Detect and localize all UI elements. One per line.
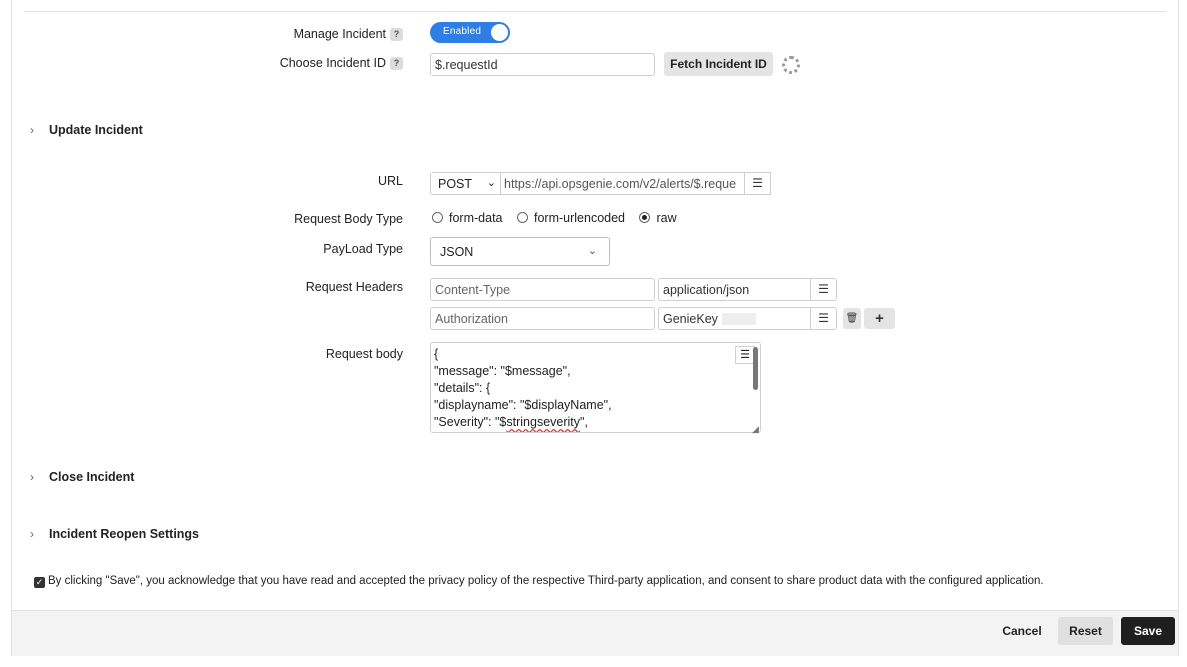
section-update-incident[interactable]: › Update Incident	[30, 123, 143, 137]
radio-circle-icon	[516, 212, 528, 223]
header-value-input[interactable]: application/json	[658, 278, 811, 301]
variables-menu-icon[interactable]: ☰	[735, 346, 755, 364]
payload-type-select[interactable]: JSON ⌄	[430, 237, 610, 266]
request-body-type-label: Request Body Type	[294, 212, 403, 226]
radio-form-data[interactable]: form-data	[432, 211, 503, 225]
chevron-down-icon: ⌄	[486, 177, 496, 189]
code-line: {	[434, 347, 439, 361]
incident-id-input[interactable]: $.requestId	[430, 53, 655, 76]
http-method-select[interactable]: POST ⌄	[430, 172, 501, 195]
help-icon[interactable]: ?	[390, 57, 403, 70]
request-headers-label: Request Headers	[305, 280, 403, 294]
request-body-textarea[interactable]: { "message": "$message", "details": { "d…	[430, 342, 761, 433]
variables-menu-icon[interactable]: ☰	[810, 307, 837, 330]
reset-button[interactable]: Reset	[1058, 617, 1113, 645]
consent-checkbox[interactable]: ✓	[34, 577, 45, 588]
url-input[interactable]: https://api.opsgenie.com/v2/alerts/$.req…	[500, 172, 746, 195]
body-type-radio-group: form-data form-urlencoded raw	[432, 211, 688, 225]
redacted-value	[721, 313, 756, 325]
section-close-incident[interactable]: › Close Incident	[30, 470, 134, 484]
consent-text: By clicking "Save", you acknowledge that…	[48, 575, 1044, 587]
section-incident-reopen-settings[interactable]: › Incident Reopen Settings	[30, 527, 199, 541]
add-header-button[interactable]: +	[864, 308, 895, 329]
chevron-down-icon: ⌄	[587, 245, 597, 257]
resize-handle-icon[interactable]: ◢	[752, 424, 759, 435]
code-line: "message": "$message",	[434, 364, 571, 378]
code-line: "displayname": "$displayName",	[434, 398, 612, 412]
variables-menu-icon[interactable]: ☰	[810, 278, 837, 301]
save-button[interactable]: Save	[1121, 617, 1175, 645]
cancel-button[interactable]: Cancel	[996, 617, 1048, 645]
manage-incident-label: Manage Incident?	[294, 27, 403, 41]
trash-icon: 🗑	[845, 313, 859, 324]
help-icon[interactable]: ?	[390, 28, 403, 41]
delete-header-button[interactable]: 🗑	[843, 308, 861, 329]
radio-raw[interactable]: raw	[639, 211, 677, 225]
header-key-input[interactable]: Content-Type	[430, 278, 655, 301]
radio-selected-icon	[639, 212, 651, 223]
chevron-right-icon: ›	[30, 470, 34, 484]
request-body-label: Request body	[325, 347, 403, 361]
choose-incident-label: Choose Incident ID?	[280, 56, 403, 70]
consent-row: ✓ By clicking "Save", you acknowledge tha…	[34, 575, 1044, 588]
radio-form-urlencoded[interactable]: form-urlencoded	[516, 211, 625, 225]
url-label: URL	[377, 174, 403, 188]
plus-icon: +	[875, 310, 884, 327]
toggle-knob	[491, 24, 508, 41]
manage-incident-toggle[interactable]: Enabled	[430, 22, 510, 43]
textarea-scrollbar[interactable]	[753, 347, 758, 390]
code-line: "details": {	[434, 381, 491, 395]
spellcheck-underline: stringseverity	[506, 415, 581, 429]
variables-menu-icon[interactable]: ☰	[744, 172, 771, 195]
loading-spinner-icon	[782, 56, 800, 74]
top-divider	[24, 11, 1166, 12]
chevron-right-icon: ›	[30, 123, 34, 137]
payload-type-label: PayLoad Type	[323, 242, 403, 256]
code-line: "Severity": "$stringseverity",	[434, 415, 588, 429]
radio-circle-icon	[432, 212, 443, 223]
toggle-label: Enabled	[443, 26, 482, 37]
fetch-incident-id-button[interactable]: Fetch Incident ID	[664, 52, 773, 76]
chevron-right-icon: ›	[30, 527, 34, 541]
header-value-input[interactable]: GenieKey	[658, 307, 811, 330]
header-key-input[interactable]: Authorization	[430, 307, 655, 330]
